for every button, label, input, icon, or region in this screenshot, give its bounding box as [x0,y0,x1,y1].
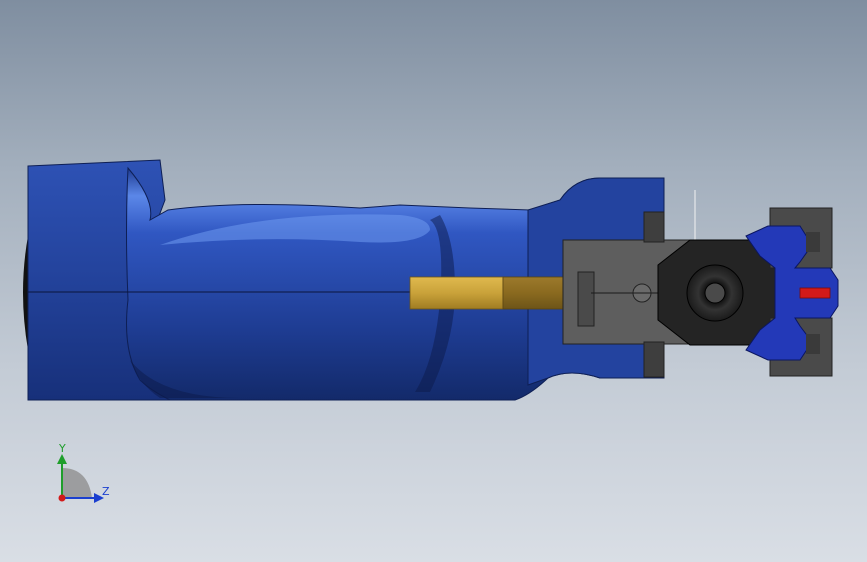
shaft-front [409,276,504,310]
triad-y-label: Y [59,442,66,455]
clamp-slot-bottom [806,334,820,354]
triad-z-label: Z [102,485,110,498]
clamp-slot-top [806,232,820,252]
bracket-slot [577,271,595,327]
orientation-triad[interactable]: Y Z [40,430,130,520]
clamp-pin [799,287,831,299]
triad-plane [62,468,92,498]
rear-cap[interactable] [23,236,28,350]
bracket-flange-bottom [643,341,665,378]
rear-cap-rim [23,236,28,350]
3d-viewport[interactable]: Y Z [0,0,867,562]
triad-origin [58,494,66,502]
cad-model[interactable] [0,0,867,562]
triad-y-arrow-icon [57,454,67,464]
chuck-bore [704,282,726,304]
triad-axes [57,454,104,503]
bracket-flange-top [643,211,665,243]
